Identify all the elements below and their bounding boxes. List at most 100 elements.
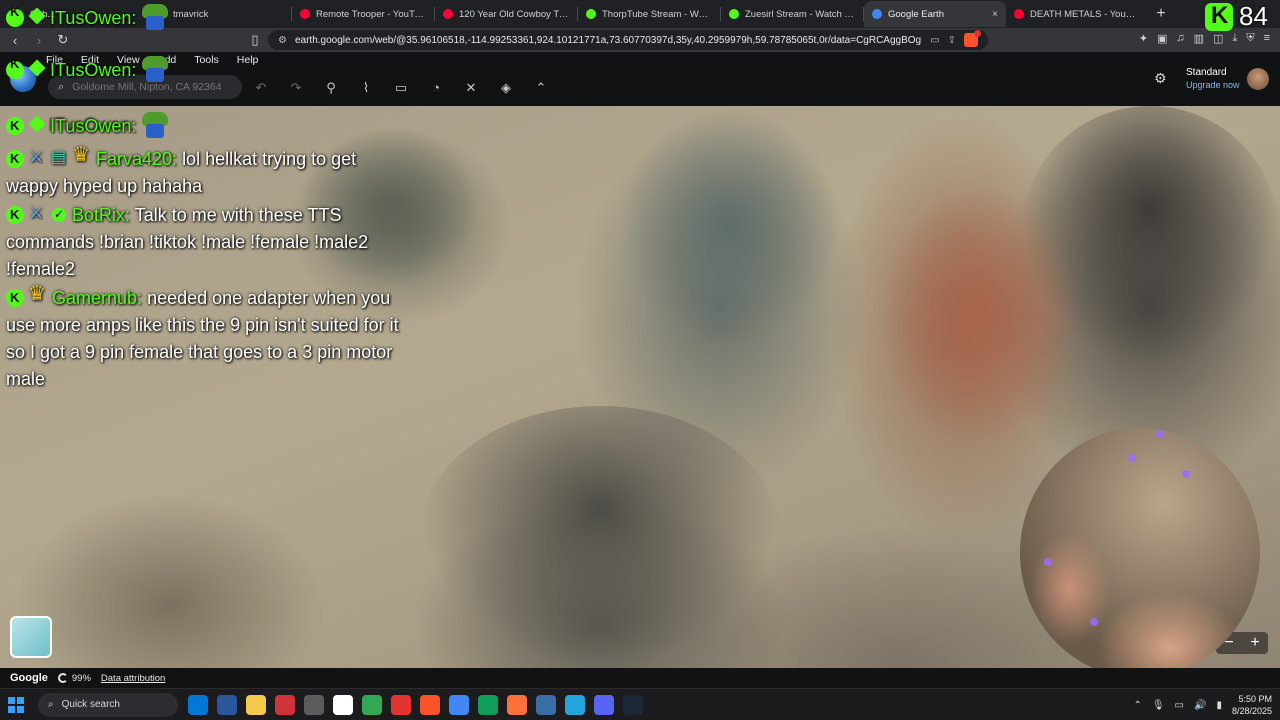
taskbar-app-icon[interactable] xyxy=(275,694,295,715)
upgrade-now-link[interactable]: Upgrade now xyxy=(1186,79,1240,91)
tab-title: Zuesirl Stream - Watch Live xyxy=(745,8,855,20)
taskbar-app-icon[interactable] xyxy=(507,694,527,715)
placemark-icon[interactable]: ⚲ xyxy=(322,80,340,96)
network-icon[interactable]: ▭ xyxy=(1175,700,1184,711)
settings-gear-icon[interactable]: ⚙ xyxy=(1154,70,1167,87)
layers-icon[interactable]: ◈ xyxy=(497,80,515,96)
forward-icon[interactable]: › xyxy=(32,33,46,48)
tab-favicon-icon xyxy=(1014,9,1024,19)
sparkle-icon xyxy=(1128,454,1136,462)
menu-item-tools[interactable]: Tools xyxy=(194,54,219,66)
taskbar-app-icon[interactable] xyxy=(594,694,614,715)
menu-item-help[interactable]: Help xyxy=(237,54,259,66)
terrain-ridge xyxy=(620,106,840,346)
brave-shield-icon[interactable] xyxy=(964,30,981,47)
extensions-icon[interactable]: ✦ xyxy=(1139,32,1148,45)
site-info-icon[interactable]: ⚙ xyxy=(278,35,287,46)
map-style-button[interactable] xyxy=(10,616,52,658)
pepe-emote-icon xyxy=(140,112,170,138)
sidebar-icon[interactable]: ▥ xyxy=(1194,32,1204,45)
path-icon[interactable]: ⌇ xyxy=(357,80,375,96)
taskbar-app-icon[interactable] xyxy=(217,694,237,715)
browser-tab-strip: Gith... tmavrick Remote Trooper - YouTube 1… xyxy=(0,0,1280,28)
moderator-sword-icon xyxy=(28,200,46,227)
street-view-icon[interactable]: ✕ xyxy=(462,80,480,96)
bookmark-icon[interactable]: ▯ xyxy=(248,32,262,48)
clock-date: 8/28/2025 xyxy=(1231,706,1272,716)
historical-imagery-icon[interactable]: ◔ xyxy=(427,80,445,96)
taskbar-search[interactable]: ⌕ Quick search xyxy=(38,692,178,717)
overlay-chat-line: ITusOwen: xyxy=(6,56,170,82)
windows-start-icon[interactable] xyxy=(8,696,24,713)
browser-tab[interactable]: ThorpTube Stream - Watch Live xyxy=(578,1,720,27)
download-icon[interactable]: ⤓ xyxy=(1232,32,1237,45)
earth-toolbar: FileEditViewAddToolsHelp ⌕ ↶ ↷ ⚲ ⌇ ▭ ◔ ✕… xyxy=(0,52,1280,106)
sparkle-icon xyxy=(1182,470,1190,478)
earth-map-view[interactable]: − + ITusOwen: Farva420: lol hellkat tryi… xyxy=(0,106,1280,668)
chat-message: ITusOwen: xyxy=(6,112,170,140)
vpn-icon[interactable]: ⛨ xyxy=(1246,32,1254,45)
gem-badge-icon xyxy=(28,117,46,135)
verified-bot-icon xyxy=(50,201,68,228)
chat-message: Gamernub: needed one adapter when you us… xyxy=(6,281,406,393)
taskbar-app-icon[interactable] xyxy=(362,694,382,715)
avatar[interactable] xyxy=(1247,68,1269,90)
address-url[interactable]: earth.google.com/web/@35.96106518,-114.9… xyxy=(295,35,922,46)
wallet-icon[interactable]: ▣ xyxy=(1157,32,1167,45)
cast-icon[interactable]: ▭ xyxy=(930,35,939,46)
tab-title: Remote Trooper - YouTube xyxy=(316,8,426,20)
share-icon[interactable]: ⇪ xyxy=(948,35,956,46)
collapse-chevron-up-icon[interactable]: ⌃ xyxy=(532,80,550,96)
browser-tab[interactable]: Google Earth × xyxy=(864,1,1006,27)
reload-icon[interactable]: ↻ xyxy=(56,32,70,48)
chevron-up-icon[interactable]: ⌃ xyxy=(1133,700,1141,711)
account-plan-label: Standard xyxy=(1186,67,1227,78)
microphone-icon[interactable]: 🎙 xyxy=(1152,700,1165,711)
music-icon[interactable]: ♫ xyxy=(1176,32,1184,45)
taskbar-app-icon[interactable] xyxy=(246,694,266,715)
ruler-icon[interactable]: ▭ xyxy=(392,80,410,96)
taskbar-app-icon[interactable] xyxy=(623,694,643,715)
browser-tab[interactable]: Remote Trooper - YouTube xyxy=(292,1,434,27)
browser-tab[interactable]: Zuesirl Stream - Watch Live xyxy=(721,1,863,27)
taskbar-app-icon[interactable] xyxy=(449,694,469,715)
taskbar-search-label: Quick search xyxy=(61,699,120,710)
browser-tab[interactable]: 120 Year Old Cowboy Trash - Y xyxy=(435,1,577,27)
clock[interactable]: 5:50 PM 8/28/2025 xyxy=(1232,693,1272,717)
taskbar-app-icon[interactable] xyxy=(420,694,440,715)
address-bar[interactable]: ⚙ earth.google.com/web/@35.96106518,-114… xyxy=(268,30,988,50)
window-icon[interactable]: ◫ xyxy=(1213,32,1223,45)
browser-tab[interactable]: DEATH METALS - YouTube xyxy=(1006,1,1148,27)
redo-icon[interactable]: ↷ xyxy=(287,80,305,96)
taskbar-app-icon[interactable] xyxy=(536,694,556,715)
earth-search-input[interactable] xyxy=(72,81,232,93)
taskbar-app-icon[interactable] xyxy=(478,694,498,715)
terrain-ridge xyxy=(880,186,1080,446)
gem-badge-icon xyxy=(28,61,46,79)
search-icon: ⌕ xyxy=(48,699,54,710)
earth-tool-icons: ↶ ↷ ⚲ ⌇ ▭ ◔ ✕ ◈ ⌃ xyxy=(252,80,550,96)
sparkle-icon xyxy=(1090,618,1098,626)
account-plan[interactable]: Standard Upgrade now xyxy=(1186,67,1240,91)
taskbar-app-icon[interactable] xyxy=(391,694,411,715)
taskbar-app-icon[interactable] xyxy=(188,694,208,715)
tab-close-icon[interactable]: × xyxy=(992,9,998,20)
taskbar-app-icon[interactable] xyxy=(304,694,324,715)
volume-icon[interactable]: 🔊 xyxy=(1194,700,1206,711)
undo-icon[interactable]: ↶ xyxy=(252,80,270,96)
menu-icon[interactable]: ≡ xyxy=(1264,32,1270,45)
tab-title: 120 Year Old Cowboy Trash - Y xyxy=(459,8,569,20)
kick-logo-icon xyxy=(1205,2,1233,31)
kick-badge-icon xyxy=(6,56,24,79)
back-icon[interactable]: ‹ xyxy=(8,33,22,48)
kick-badge-icon xyxy=(6,145,24,172)
chat-message: BotRix: Talk to me with these TTS comman… xyxy=(6,200,406,283)
new-tab-button[interactable]: + xyxy=(1148,5,1174,23)
taskbar-app-icon[interactable] xyxy=(565,694,585,715)
taskbar-app-icon[interactable] xyxy=(333,694,353,715)
battery-icon[interactable]: ▮ xyxy=(1216,700,1222,711)
data-attribution-link[interactable]: Data attribution xyxy=(101,673,165,684)
kick-badge-icon xyxy=(6,112,24,139)
tab-favicon-icon xyxy=(586,9,596,19)
zoom-in-button[interactable]: + xyxy=(1242,632,1268,654)
